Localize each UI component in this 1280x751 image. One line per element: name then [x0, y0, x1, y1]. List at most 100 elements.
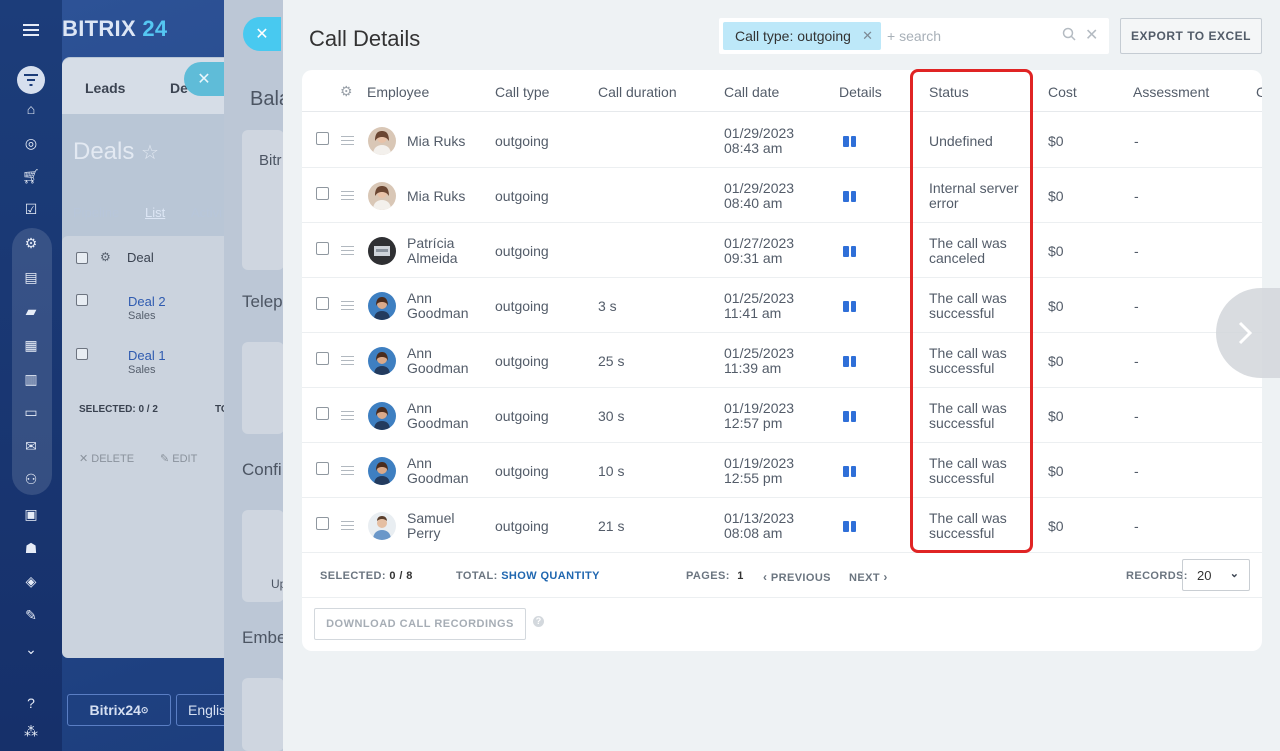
cart-icon[interactable]: 🛒︎ [20, 167, 42, 185]
employee-name[interactable]: Mia Ruks [407, 134, 465, 149]
drag-handle-icon[interactable] [341, 191, 354, 200]
row-checkbox[interactable] [316, 242, 329, 255]
column-call-duration[interactable]: Call duration [598, 84, 677, 100]
tab-leads[interactable]: Leads [85, 80, 125, 96]
star-icon[interactable]: ☆ [141, 142, 159, 164]
column-call-type[interactable]: Call type [495, 84, 549, 100]
filter-funnel-icon[interactable] [17, 66, 45, 94]
delete-button[interactable]: ✕ DELETE [79, 452, 134, 465]
drag-handle-icon[interactable] [341, 521, 354, 530]
details-book-icon[interactable] [843, 466, 856, 477]
records-per-page-select[interactable]: 20 ⌄ [1182, 559, 1250, 591]
export-excel-button[interactable]: EXPORT TO EXCEL [1120, 18, 1262, 54]
details-book-icon[interactable] [843, 411, 856, 422]
next-page-button[interactable]: NEXT › [849, 570, 888, 584]
inbox-icon[interactable]: ▤ [20, 268, 42, 286]
details-book-icon[interactable] [843, 246, 856, 257]
row-checkbox[interactable] [316, 407, 329, 420]
column-employee[interactable]: Employee [367, 84, 429, 100]
drag-handle-icon[interactable] [341, 356, 354, 365]
menu-icon[interactable] [20, 21, 42, 39]
contacts-icon[interactable]: ⚇ [20, 470, 42, 488]
employee-name[interactable]: Ann Goodman [407, 456, 468, 486]
table-row[interactable]: Ann Goodman outgoing 30 s 01/19/2023 12:57… [302, 388, 1262, 443]
select-all-checkbox[interactable] [76, 252, 88, 264]
table-row[interactable]: Samuel Perry outgoing 21 s 01/13/2023 08:0… [302, 498, 1262, 553]
row-checkbox[interactable] [316, 462, 329, 475]
row-checkbox[interactable] [316, 187, 329, 200]
help-icon[interactable]: ? [20, 694, 42, 712]
avatar[interactable] [368, 402, 396, 430]
avatar[interactable] [368, 512, 396, 540]
row-checkbox[interactable] [316, 132, 329, 145]
table-row[interactable]: Patrícia Almeida outgoing 01/27/2023 09:31… [302, 223, 1262, 278]
employee-name[interactable]: Ann Goodman [407, 346, 468, 376]
document-icon[interactable]: ▥ [20, 370, 42, 388]
column-settings-gear-icon[interactable]: ⚙ [340, 83, 353, 100]
column-more[interactable]: C [1256, 84, 1262, 100]
filter-search-bar[interactable]: Call type: outgoing ✕ + search ✕ [719, 18, 1109, 54]
column-assessment[interactable]: Assessment [1133, 84, 1209, 100]
subtab-pipeline[interactable]: Pipeline [73, 205, 119, 220]
contact-card-icon[interactable]: ▣ [20, 505, 42, 523]
show-quantity-link[interactable]: SHOW QUANTITY [501, 570, 600, 582]
drive-icon[interactable]: ▭ [20, 403, 42, 421]
details-book-icon[interactable] [843, 521, 856, 532]
drag-handle-icon[interactable] [341, 411, 354, 420]
subtab-activity[interactable]: Activi [191, 205, 222, 220]
box-icon[interactable]: ◈ [20, 572, 42, 590]
robot-icon[interactable]: ☗ [20, 539, 42, 557]
sign-pen-icon[interactable]: ✎ [20, 606, 42, 624]
avatar[interactable] [368, 127, 396, 155]
calendar-icon[interactable]: ▦ [20, 336, 42, 354]
details-book-icon[interactable] [843, 356, 856, 367]
sitemap-icon[interactable]: ⁂ [20, 722, 42, 740]
close-panel-icon[interactable]: ✕ [243, 17, 281, 51]
drag-handle-icon[interactable] [341, 301, 354, 310]
avatar[interactable] [368, 237, 396, 265]
help-icon[interactable]: ? [533, 616, 544, 627]
column-call-date[interactable]: Call date [724, 84, 779, 100]
table-row[interactable]: Ann Goodman outgoing 10 s 01/19/2023 12:55… [302, 443, 1262, 498]
mail-icon[interactable]: ✉ [20, 437, 42, 455]
deal-link[interactable]: Deal 1 [128, 348, 166, 363]
avatar[interactable] [368, 292, 396, 320]
details-book-icon[interactable] [843, 136, 856, 147]
chat-icon[interactable]: ▰ [20, 302, 42, 320]
subtab-list[interactable]: List [145, 205, 165, 220]
table-row[interactable]: Mia Ruks outgoing 01/29/2023 08:40 am Int… [302, 168, 1262, 223]
row-checkbox[interactable] [316, 352, 329, 365]
drag-handle-icon[interactable] [341, 466, 354, 475]
target-icon[interactable]: ◎ [20, 134, 42, 152]
avatar[interactable] [368, 347, 396, 375]
edit-button[interactable]: ✎ EDIT [160, 452, 197, 465]
more-chevron-icon[interactable]: ⌄ [20, 640, 42, 658]
filter-chip[interactable]: Call type: outgoing ✕ [723, 22, 881, 50]
employee-name[interactable]: Ann Goodman [407, 291, 468, 321]
employee-name[interactable]: Patrícia Almeida [407, 236, 458, 266]
employee-name[interactable]: Samuel Perry [407, 511, 454, 541]
home-icon[interactable]: ⌂ [20, 100, 42, 118]
previous-page-button[interactable]: ‹ PREVIOUS [763, 570, 831, 584]
row-checkbox[interactable] [316, 297, 329, 310]
avatar[interactable] [368, 182, 396, 210]
row-checkbox[interactable] [316, 517, 329, 530]
remove-chip-icon[interactable]: ✕ [862, 22, 873, 50]
table-row[interactable]: Mia Ruks outgoing 01/29/2023 08:43 am Und… [302, 113, 1262, 168]
download-recordings-button[interactable]: DOWNLOAD CALL RECORDINGS [314, 608, 526, 640]
avatar[interactable] [368, 457, 396, 485]
column-details[interactable]: Details [839, 84, 882, 100]
row-checkbox[interactable] [76, 348, 88, 360]
search-input[interactable]: + search [887, 28, 941, 44]
bitrix24-button[interactable]: Bitrix24 ⊙ [67, 694, 171, 726]
tasks-check-icon[interactable]: ☑ [20, 200, 42, 218]
employee-name[interactable]: Ann Goodman [407, 401, 468, 431]
details-book-icon[interactable] [843, 191, 856, 202]
drag-handle-icon[interactable] [341, 136, 354, 145]
table-row[interactable]: Ann Goodman outgoing 25 s 01/25/2023 11:39… [302, 333, 1262, 388]
crm-icon[interactable]: ⚙ [20, 234, 42, 252]
search-icon[interactable] [1062, 27, 1076, 46]
row-checkbox[interactable] [76, 294, 88, 306]
employee-name[interactable]: Mia Ruks [407, 189, 465, 204]
details-book-icon[interactable] [843, 301, 856, 312]
